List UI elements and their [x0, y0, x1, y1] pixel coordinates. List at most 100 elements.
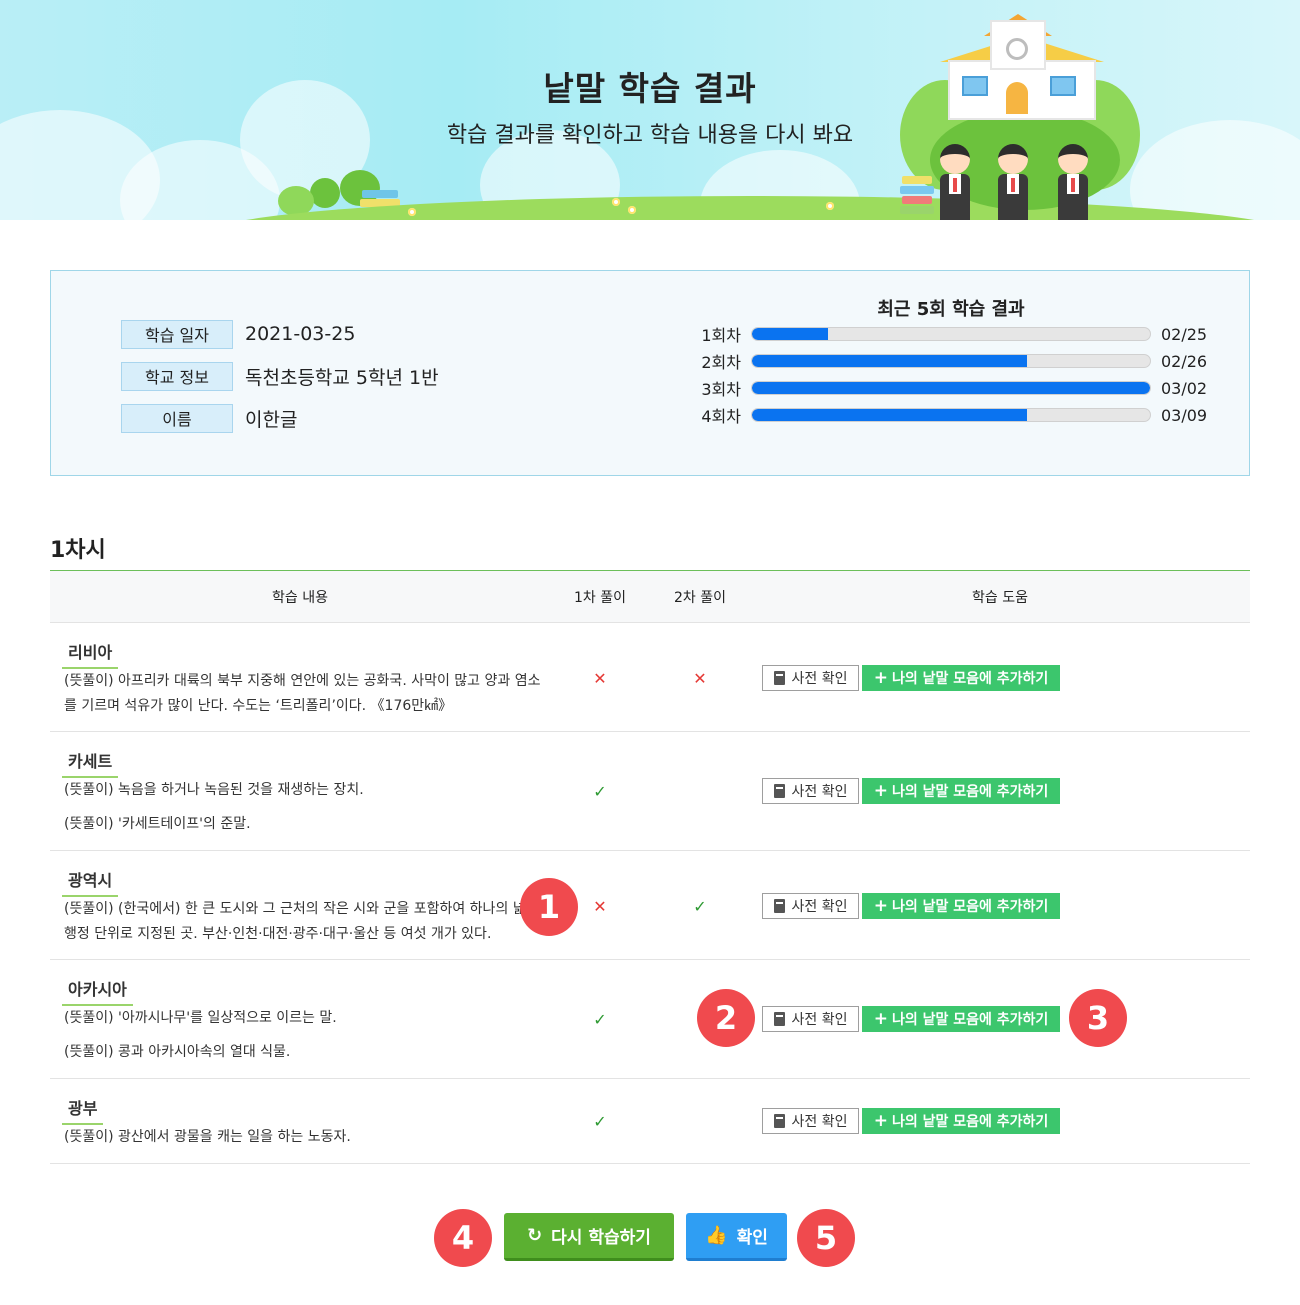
- info-label: 학교 정보: [121, 361, 233, 391]
- add-to-collection-button[interactable]: + 나의 낱말 모음에 추가하기: [862, 665, 1060, 691]
- book-stack-icon: [362, 190, 398, 198]
- add-button-label: 나의 낱말 모음에 추가하기: [891, 1012, 1049, 1028]
- info-label: 학습 일자: [121, 319, 233, 349]
- check-mark-icon: ✓: [593, 781, 607, 801]
- word-meaning: (뜻풀이) 아프리카 대륙의 북부 지중해 연안에 있는 공화국. 사막이 많고…: [64, 673, 541, 714]
- learning-info-panel: 학습 일자 2021-03-25 학교 정보 독천초등학교 5학년 1반 이름 …: [50, 270, 1250, 476]
- book-stack-icon: [902, 176, 932, 184]
- info-row-date: 학습 일자 2021-03-25: [121, 319, 355, 349]
- recent-result-row: 2회차 02/26: [697, 351, 1208, 373]
- section-title: 1차시: [50, 538, 106, 563]
- book-icon: [773, 1114, 785, 1128]
- info-value: 독천초등학교 5학년 1반: [245, 366, 439, 389]
- dictionary-button[interactable]: 사전 확인: [762, 1108, 859, 1134]
- progress-bar: [751, 408, 1151, 422]
- book-stack-icon: [902, 196, 932, 204]
- recent-round-label: 1회차: [701, 326, 741, 345]
- recent-date: 03/09: [1161, 405, 1208, 425]
- info-label: 이름: [121, 403, 233, 433]
- retry-learning-button[interactable]: ↻ 다시 학습하기: [504, 1213, 674, 1261]
- bush-decoration: [310, 178, 340, 208]
- info-value: 2021-03-25: [245, 323, 356, 345]
- thumbs-up-icon: 👍: [705, 1225, 728, 1246]
- flower-decoration: [612, 198, 620, 206]
- word-meaning: (뜻풀이) '아까시나무'를 일상적으로 이르는 말.: [64, 1010, 337, 1026]
- confirm-button-label: 확인: [736, 1228, 768, 1248]
- add-button-label: 나의 낱말 모음에 추가하기: [891, 899, 1049, 915]
- annotation-badge: 4: [434, 1209, 492, 1267]
- book-stack-icon: [900, 186, 934, 194]
- book-icon: [773, 1012, 785, 1026]
- add-button-label: 나의 낱말 모음에 추가하기: [891, 784, 1049, 800]
- progress-fill: [752, 382, 1150, 394]
- dictionary-button-label: 사전 확인: [791, 784, 848, 800]
- add-to-collection-button[interactable]: + 나의 낱말 모음에 추가하기: [862, 1006, 1060, 1032]
- book-stack-icon: [900, 206, 934, 214]
- column-header-content: 학습 내용: [272, 590, 328, 606]
- x-mark-icon: ✕: [693, 668, 707, 688]
- book-icon: [773, 784, 785, 798]
- book-icon: [773, 899, 785, 913]
- dictionary-button[interactable]: 사전 확인: [762, 778, 859, 804]
- annotation-badge: 1: [520, 878, 578, 936]
- add-to-collection-button[interactable]: + 나의 낱말 모음에 추가하기: [862, 1108, 1060, 1134]
- recent-result-row: 4회차 03/09: [697, 405, 1208, 427]
- column-header-first: 1차 풀이: [574, 590, 626, 606]
- recent-round-label: 2회차: [701, 353, 741, 372]
- x-mark-icon: ✕: [593, 668, 607, 688]
- table-row: 카세트 (뜻풀이) 녹음을 하거나 녹음된 것을 재생하는 장치. (뜻풀이) …: [50, 732, 1250, 851]
- word-title: 리비아: [62, 639, 119, 669]
- plus-icon: +: [873, 1009, 888, 1029]
- confirm-button[interactable]: 👍 확인: [686, 1213, 787, 1261]
- column-header-help: 학습 도움: [972, 590, 1028, 606]
- add-button-label: 나의 낱말 모음에 추가하기: [891, 1114, 1049, 1130]
- plus-icon: +: [873, 896, 888, 916]
- recent-round-label: 3회차: [701, 380, 741, 399]
- word-meaning: (뜻풀이) 광산에서 광물을 캐는 일을 하는 노동자.: [64, 1129, 351, 1145]
- add-to-collection-button[interactable]: + 나의 낱말 모음에 추가하기: [862, 778, 1060, 804]
- progress-fill: [752, 355, 1027, 367]
- info-value: 이한글: [245, 408, 298, 431]
- dictionary-button-label: 사전 확인: [791, 1114, 848, 1130]
- table-row: 광역시 (뜻풀이) (한국에서) 한 큰 도시와 그 근처의 작은 시와 군을 …: [50, 851, 1250, 960]
- recent-date: 02/25: [1161, 324, 1208, 344]
- progress-bar: [751, 327, 1151, 341]
- table-row: 광부 (뜻풀이) 광산에서 광물을 캐는 일을 하는 노동자. ✓ 사전 확인 …: [50, 1079, 1250, 1164]
- retry-button-label: 다시 학습하기: [551, 1228, 651, 1248]
- word-title: 아카시아: [62, 976, 133, 1006]
- recent-date: 03/02: [1161, 378, 1208, 398]
- progress-fill: [752, 409, 1027, 421]
- column-header-second: 2차 풀이: [674, 590, 726, 606]
- flower-decoration: [826, 202, 834, 210]
- info-row-name: 이름 이한글: [121, 403, 297, 433]
- header-banner: 낱말 학습 결과 학습 결과를 확인하고 학습 내용을 다시 봐요: [0, 0, 1300, 220]
- recent-result-row: 1회차 02/25: [697, 324, 1208, 346]
- progress-bar: [751, 354, 1151, 368]
- dictionary-button[interactable]: 사전 확인: [762, 665, 859, 691]
- dictionary-button[interactable]: 사전 확인: [762, 893, 859, 919]
- word-meaning: (뜻풀이) 녹음을 하거나 녹음된 것을 재생하는 장치.: [64, 782, 364, 798]
- check-mark-icon: ✓: [593, 1111, 607, 1131]
- word-meaning: (뜻풀이) '카세트테이프'의 준말.: [64, 816, 251, 832]
- annotation-badge: 2: [697, 989, 755, 1047]
- recent-results-title: 최근 5회 학습 결과: [877, 299, 1025, 320]
- student-illustration: [938, 144, 972, 220]
- recent-result-row: 3회차 03/02: [697, 378, 1208, 400]
- check-mark-icon: ✓: [593, 1009, 607, 1029]
- flower-decoration: [628, 206, 636, 214]
- word-meaning: (뜻풀이) (한국에서) 한 큰 도시와 그 근처의 작은 시와 군을 포함하여…: [64, 901, 539, 942]
- info-row-school: 학교 정보 독천초등학교 5학년 1반: [121, 361, 439, 391]
- x-mark-icon: ✕: [593, 896, 607, 916]
- recent-date: 02/26: [1161, 351, 1208, 371]
- student-illustration: [996, 144, 1030, 220]
- plus-icon: +: [873, 1111, 888, 1131]
- flower-decoration: [408, 208, 416, 216]
- annotation-badge: 5: [797, 1209, 855, 1267]
- word-title: 광부: [62, 1095, 104, 1125]
- progress-bar: [751, 381, 1151, 395]
- clock-icon: [1006, 38, 1028, 60]
- add-to-collection-button[interactable]: + 나의 낱말 모음에 추가하기: [862, 893, 1060, 919]
- check-mark-icon: ✓: [693, 896, 707, 916]
- dictionary-button[interactable]: 사전 확인: [762, 1006, 859, 1032]
- progress-fill: [752, 328, 828, 340]
